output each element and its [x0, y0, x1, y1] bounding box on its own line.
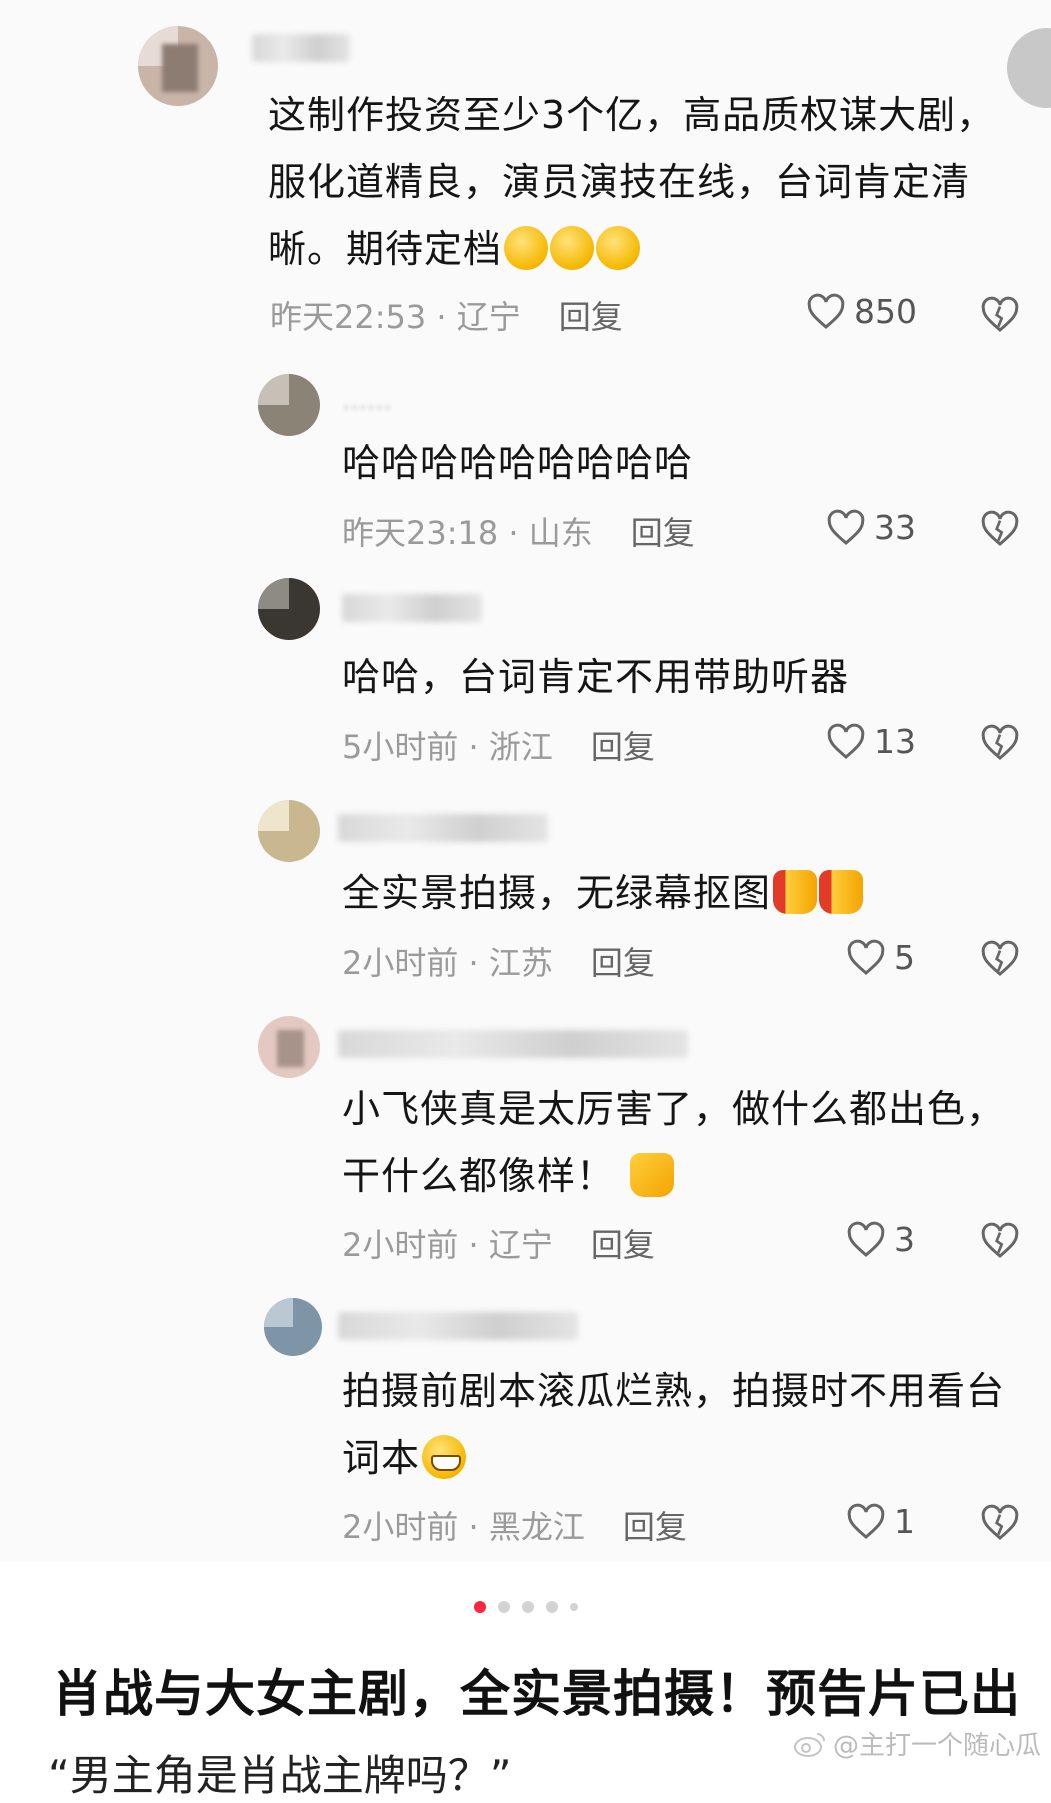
- comment-meta: 2小时前 · 江苏 回复: [342, 944, 655, 982]
- clap-emoji: [596, 226, 641, 270]
- like-button[interactable]: 33: [826, 508, 916, 547]
- timestamp: 昨天22:53: [270, 298, 427, 336]
- grin-emoji: [422, 1435, 467, 1479]
- comment-meta: 2小时前 · 黑龙江 回复: [342, 1508, 687, 1546]
- like-button[interactable]: 1: [846, 1502, 915, 1541]
- like-count: 5: [894, 938, 915, 977]
- page-dot[interactable]: [569, 1602, 578, 1611]
- heart-icon: [847, 939, 885, 975]
- heart-icon: [827, 723, 865, 759]
- comment-screenshot: 这制作投资至少3个亿，高品质权谋大剧， 服化道精良，演员演技在线，台词肯定清 晰…: [0, 0, 1051, 1562]
- username-blurred[interactable]: [338, 1312, 578, 1340]
- thumbs-up-emoji: [773, 870, 818, 914]
- timestamp: 5小时前: [342, 728, 459, 766]
- location: 辽宁: [456, 298, 521, 336]
- reply-button[interactable]: 回复: [559, 298, 623, 336]
- timestamp: 昨天23:18: [342, 514, 499, 552]
- comment-meta: 2小时前 · 辽宁 回复: [342, 1226, 655, 1264]
- dislike-heart-icon[interactable]: [980, 296, 1020, 334]
- location: 辽宁: [488, 1226, 553, 1264]
- reply-button[interactable]: 回复: [591, 728, 655, 766]
- timestamp: 2小时前: [342, 1226, 459, 1264]
- dislike-heart-icon[interactable]: [980, 724, 1020, 762]
- location: 浙江: [488, 728, 553, 766]
- like-count: 33: [874, 508, 916, 547]
- like-count: 13: [874, 722, 916, 761]
- thumbs-up-emoji: [630, 1153, 675, 1197]
- avatar[interactable]: [138, 26, 218, 106]
- dislike-heart-icon[interactable]: [980, 510, 1020, 548]
- heart-icon: [807, 293, 845, 329]
- like-button[interactable]: 5: [846, 938, 915, 977]
- comment-meta: 昨天23:18 · 山东 回复: [342, 514, 695, 552]
- comment-text: 哈哈哈哈哈哈哈哈哈: [342, 441, 694, 485]
- weibo-logo-icon: [793, 1732, 825, 1757]
- timestamp: 2小时前: [342, 1508, 459, 1546]
- pagination-dots[interactable]: [0, 1596, 1051, 1615]
- comment-text: 全实景拍摄，无绿幕抠图: [342, 860, 864, 927]
- dislike-heart-icon[interactable]: [980, 940, 1020, 978]
- page-dot[interactable]: [521, 1600, 534, 1613]
- dislike-heart-icon[interactable]: [980, 1504, 1020, 1542]
- avatar[interactable]: [258, 374, 320, 436]
- comment-text: 小飞侠真是太厉害了，做什么都出色， 干什么都像样！: [342, 1087, 1006, 1198]
- comment-text: 哈哈，台词肯定不用带助听器: [342, 655, 850, 699]
- username-blurred[interactable]: [342, 594, 482, 622]
- username[interactable]: ......: [342, 386, 392, 416]
- heart-icon: [847, 1503, 885, 1539]
- page-dot-active[interactable]: [473, 1600, 486, 1613]
- location: 江苏: [488, 944, 553, 982]
- reply-button[interactable]: 回复: [631, 514, 695, 552]
- scroll-indicator: [1007, 28, 1051, 108]
- avatar[interactable]: [258, 800, 320, 862]
- like-button[interactable]: 850: [806, 292, 917, 331]
- heart-icon: [847, 1221, 885, 1257]
- like-count: 850: [854, 292, 917, 331]
- location: 黑龙江: [488, 1508, 585, 1546]
- username-blurred[interactable]: [338, 1030, 688, 1058]
- reply-button[interactable]: 回复: [591, 1226, 655, 1264]
- clap-emoji: [504, 226, 549, 270]
- like-count: 3: [894, 1220, 915, 1259]
- clap-emoji: [550, 226, 595, 270]
- post-title: 肖战与大女主剧，全实景拍摄！预告片已出: [52, 1665, 1021, 1723]
- reply-button[interactable]: 回复: [623, 1508, 687, 1546]
- reply-button[interactable]: 回复: [591, 944, 655, 982]
- timestamp: 2小时前: [342, 944, 459, 982]
- watermark: @主打一个随心瓜: [793, 1725, 1041, 1762]
- avatar[interactable]: [264, 1298, 322, 1356]
- like-button[interactable]: 3: [846, 1220, 915, 1259]
- avatar[interactable]: [258, 578, 320, 640]
- thumbs-up-emoji: [819, 870, 864, 914]
- dislike-heart-icon[interactable]: [980, 1222, 1020, 1260]
- page-dot[interactable]: [545, 1600, 558, 1613]
- location: 山东: [528, 514, 593, 552]
- avatar[interactable]: [258, 1016, 320, 1078]
- username-blurred[interactable]: [252, 34, 350, 62]
- page-dot[interactable]: [497, 1600, 510, 1613]
- post-subtitle: “男主角是肖战主牌吗？”: [48, 1751, 512, 1800]
- comment-meta: 昨天22:53 · 辽宁 回复: [270, 298, 623, 336]
- like-button[interactable]: 13: [826, 722, 916, 761]
- heart-icon: [827, 509, 865, 545]
- comment-text: 拍摄前剧本滚瓜烂熟，拍摄时不用看台 词本: [342, 1369, 1006, 1480]
- comment-text: 这制作投资至少3个亿，高品质权谋大剧， 服化道精良，演员演技在线，台词肯定清 晰…: [268, 93, 996, 271]
- like-count: 1: [894, 1502, 915, 1541]
- comment-meta: 5小时前 · 浙江 回复: [342, 728, 655, 766]
- username-blurred[interactable]: [338, 814, 548, 842]
